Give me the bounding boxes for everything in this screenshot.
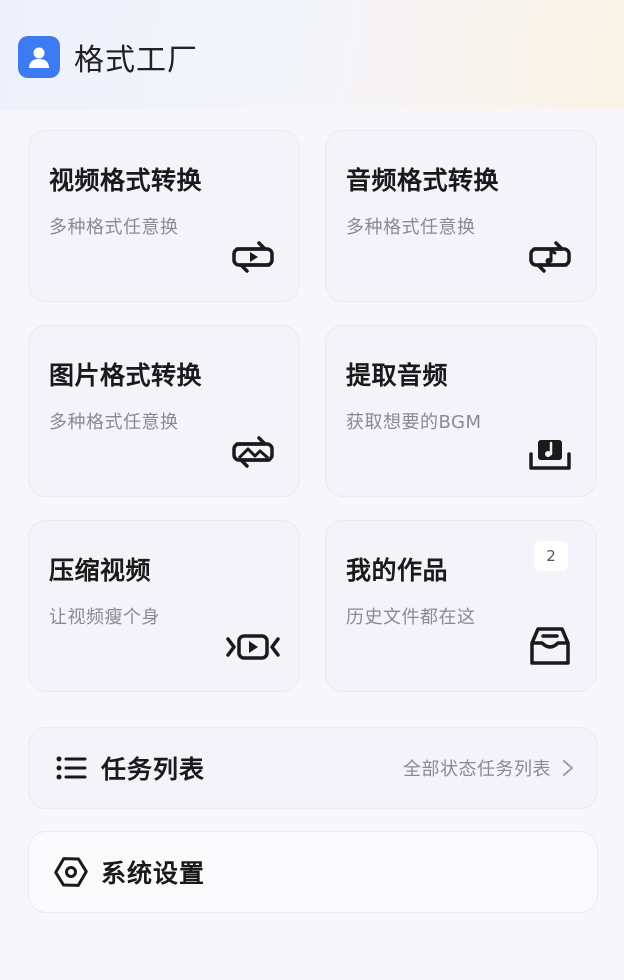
card-title: 提取音频 bbox=[346, 361, 449, 390]
chevron-right-icon bbox=[563, 760, 573, 776]
app-header: 格式工厂 bbox=[18, 36, 198, 78]
count-badge: 2 bbox=[534, 541, 568, 571]
list-icon bbox=[56, 756, 87, 780]
card-subtitle: 多种格式任意换 bbox=[49, 217, 179, 238]
image-convert-icon bbox=[232, 436, 274, 468]
video-convert-icon bbox=[232, 241, 274, 273]
card-compress-video[interactable]: 压缩视频 让视频瘦个身 bbox=[28, 520, 300, 692]
app-title: 格式工厂 bbox=[74, 43, 198, 78]
task-list-hint: 全部状态任务列表 bbox=[403, 759, 551, 780]
card-image-convert[interactable]: 图片格式转换 多种格式任意换 bbox=[28, 325, 300, 497]
task-list-label: 任务列表 bbox=[101, 755, 206, 784]
card-extract-audio[interactable]: 提取音频 获取想要的BGM bbox=[325, 325, 597, 497]
card-title: 压缩视频 bbox=[49, 556, 152, 585]
card-subtitle: 历史文件都在这 bbox=[346, 607, 476, 628]
card-title: 视频格式转换 bbox=[49, 166, 203, 195]
card-subtitle: 多种格式任意换 bbox=[346, 217, 476, 238]
card-title: 图片格式转换 bbox=[49, 361, 203, 390]
card-video-convert[interactable]: 视频格式转换 多种格式任意换 bbox=[28, 130, 300, 302]
card-subtitle: 让视频瘦个身 bbox=[49, 607, 160, 628]
audio-convert-icon bbox=[529, 241, 571, 273]
card-my-works[interactable]: 我的作品 历史文件都在这 2 bbox=[325, 520, 597, 692]
card-audio-convert[interactable]: 音频格式转换 多种格式任意换 bbox=[325, 130, 597, 302]
settings-hexagon-icon bbox=[54, 857, 88, 887]
card-title: 音频格式转换 bbox=[346, 166, 500, 195]
my-works-icon bbox=[530, 627, 570, 665]
settings-label: 系统设置 bbox=[101, 859, 206, 888]
settings-row[interactable]: 系统设置 bbox=[28, 831, 598, 913]
user-avatar-icon[interactable] bbox=[18, 36, 60, 78]
card-subtitle: 多种格式任意换 bbox=[49, 412, 179, 433]
compress-video-icon bbox=[226, 634, 280, 660]
extract-audio-icon bbox=[529, 440, 571, 470]
card-subtitle: 获取想要的BGM bbox=[346, 412, 482, 433]
task-list-row[interactable]: 任务列表 全部状态任务列表 bbox=[28, 727, 598, 809]
card-title: 我的作品 bbox=[346, 556, 449, 585]
